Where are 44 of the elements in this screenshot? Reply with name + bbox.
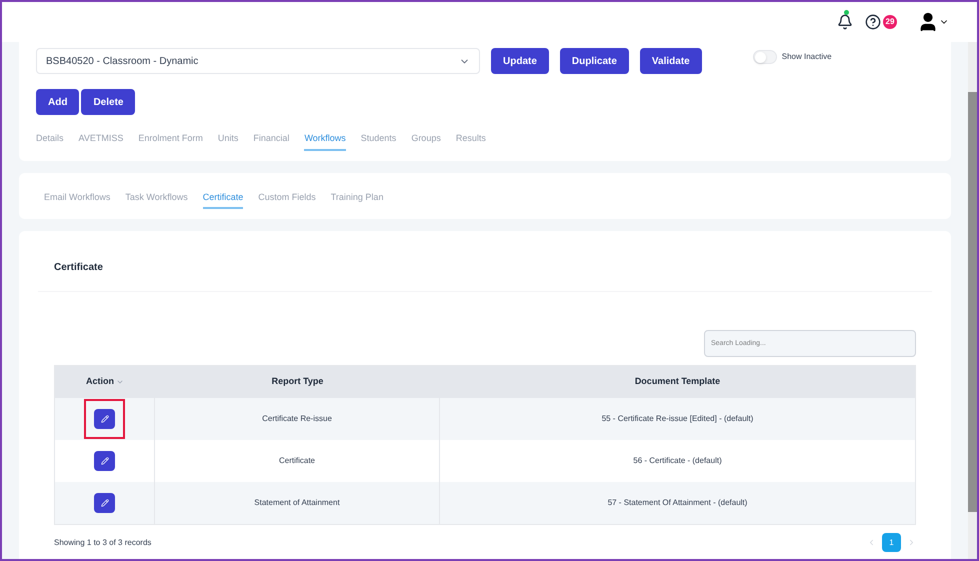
action-button[interactable]: Add xyxy=(36,89,80,115)
tab[interactable]: Task Workflows xyxy=(125,190,188,209)
tab[interactable]: Financial xyxy=(253,132,290,150)
table-cell: 57 - Statement Of Attainment - (default) xyxy=(608,497,748,509)
action-button[interactable]: Delete xyxy=(81,89,136,115)
toggle-label: Show Inactive xyxy=(782,51,832,63)
pencil-icon xyxy=(100,457,108,465)
table-cell: Statement of Attainment xyxy=(254,497,340,509)
tab[interactable]: Certificate xyxy=(202,190,244,209)
tab[interactable]: Students xyxy=(360,132,396,150)
tab[interactable]: Custom Fields xyxy=(258,190,316,209)
tab[interactable]: Results xyxy=(456,132,486,150)
column-header: Report Type xyxy=(272,375,324,388)
scrollbar[interactable] xyxy=(968,42,977,559)
tab[interactable]: Training Plan xyxy=(330,190,384,209)
records-summary: Showing 1 to 3 of 3 records xyxy=(54,536,152,548)
notification-badge: 29 xyxy=(883,15,897,29)
tab[interactable]: Workflows xyxy=(304,132,346,150)
tab[interactable]: Email Workflows xyxy=(44,190,110,209)
column-header[interactable]: Action xyxy=(86,375,114,389)
notification-icon[interactable] xyxy=(837,14,853,30)
page-button[interactable]: 1 xyxy=(882,533,901,552)
edit-button[interactable] xyxy=(94,409,115,429)
action-button[interactable]: Validate xyxy=(640,48,702,74)
tab[interactable]: Groups xyxy=(411,132,441,150)
pencil-icon xyxy=(100,499,108,507)
tab[interactable]: AVETMISS xyxy=(78,132,124,150)
tab[interactable]: Enrolment Form xyxy=(138,132,203,150)
action-button[interactable]: Update xyxy=(491,48,549,74)
toggle-switch[interactable] xyxy=(752,50,777,64)
column-header: Document Template xyxy=(634,375,720,388)
table-cell: Certificate xyxy=(278,455,315,467)
course-select[interactable]: BSB40520 - Classroom - Dynamic xyxy=(36,48,480,74)
table-cell: 55 - Certificate Re-issue [Edited] - (default) xyxy=(602,413,754,425)
help-icon[interactable] xyxy=(865,14,881,30)
tab[interactable]: Details xyxy=(36,132,64,150)
edit-button[interactable] xyxy=(94,493,115,513)
edit-button[interactable] xyxy=(94,451,115,471)
table-cell: Certificate Re-issue xyxy=(262,413,332,425)
table-cell: 56 - Certificate - (default) xyxy=(633,455,722,467)
tab[interactable]: Units xyxy=(218,132,238,150)
pencil-icon xyxy=(100,415,108,423)
action-button[interactable]: Duplicate xyxy=(560,48,629,74)
panel-title: Certificate xyxy=(54,262,103,273)
